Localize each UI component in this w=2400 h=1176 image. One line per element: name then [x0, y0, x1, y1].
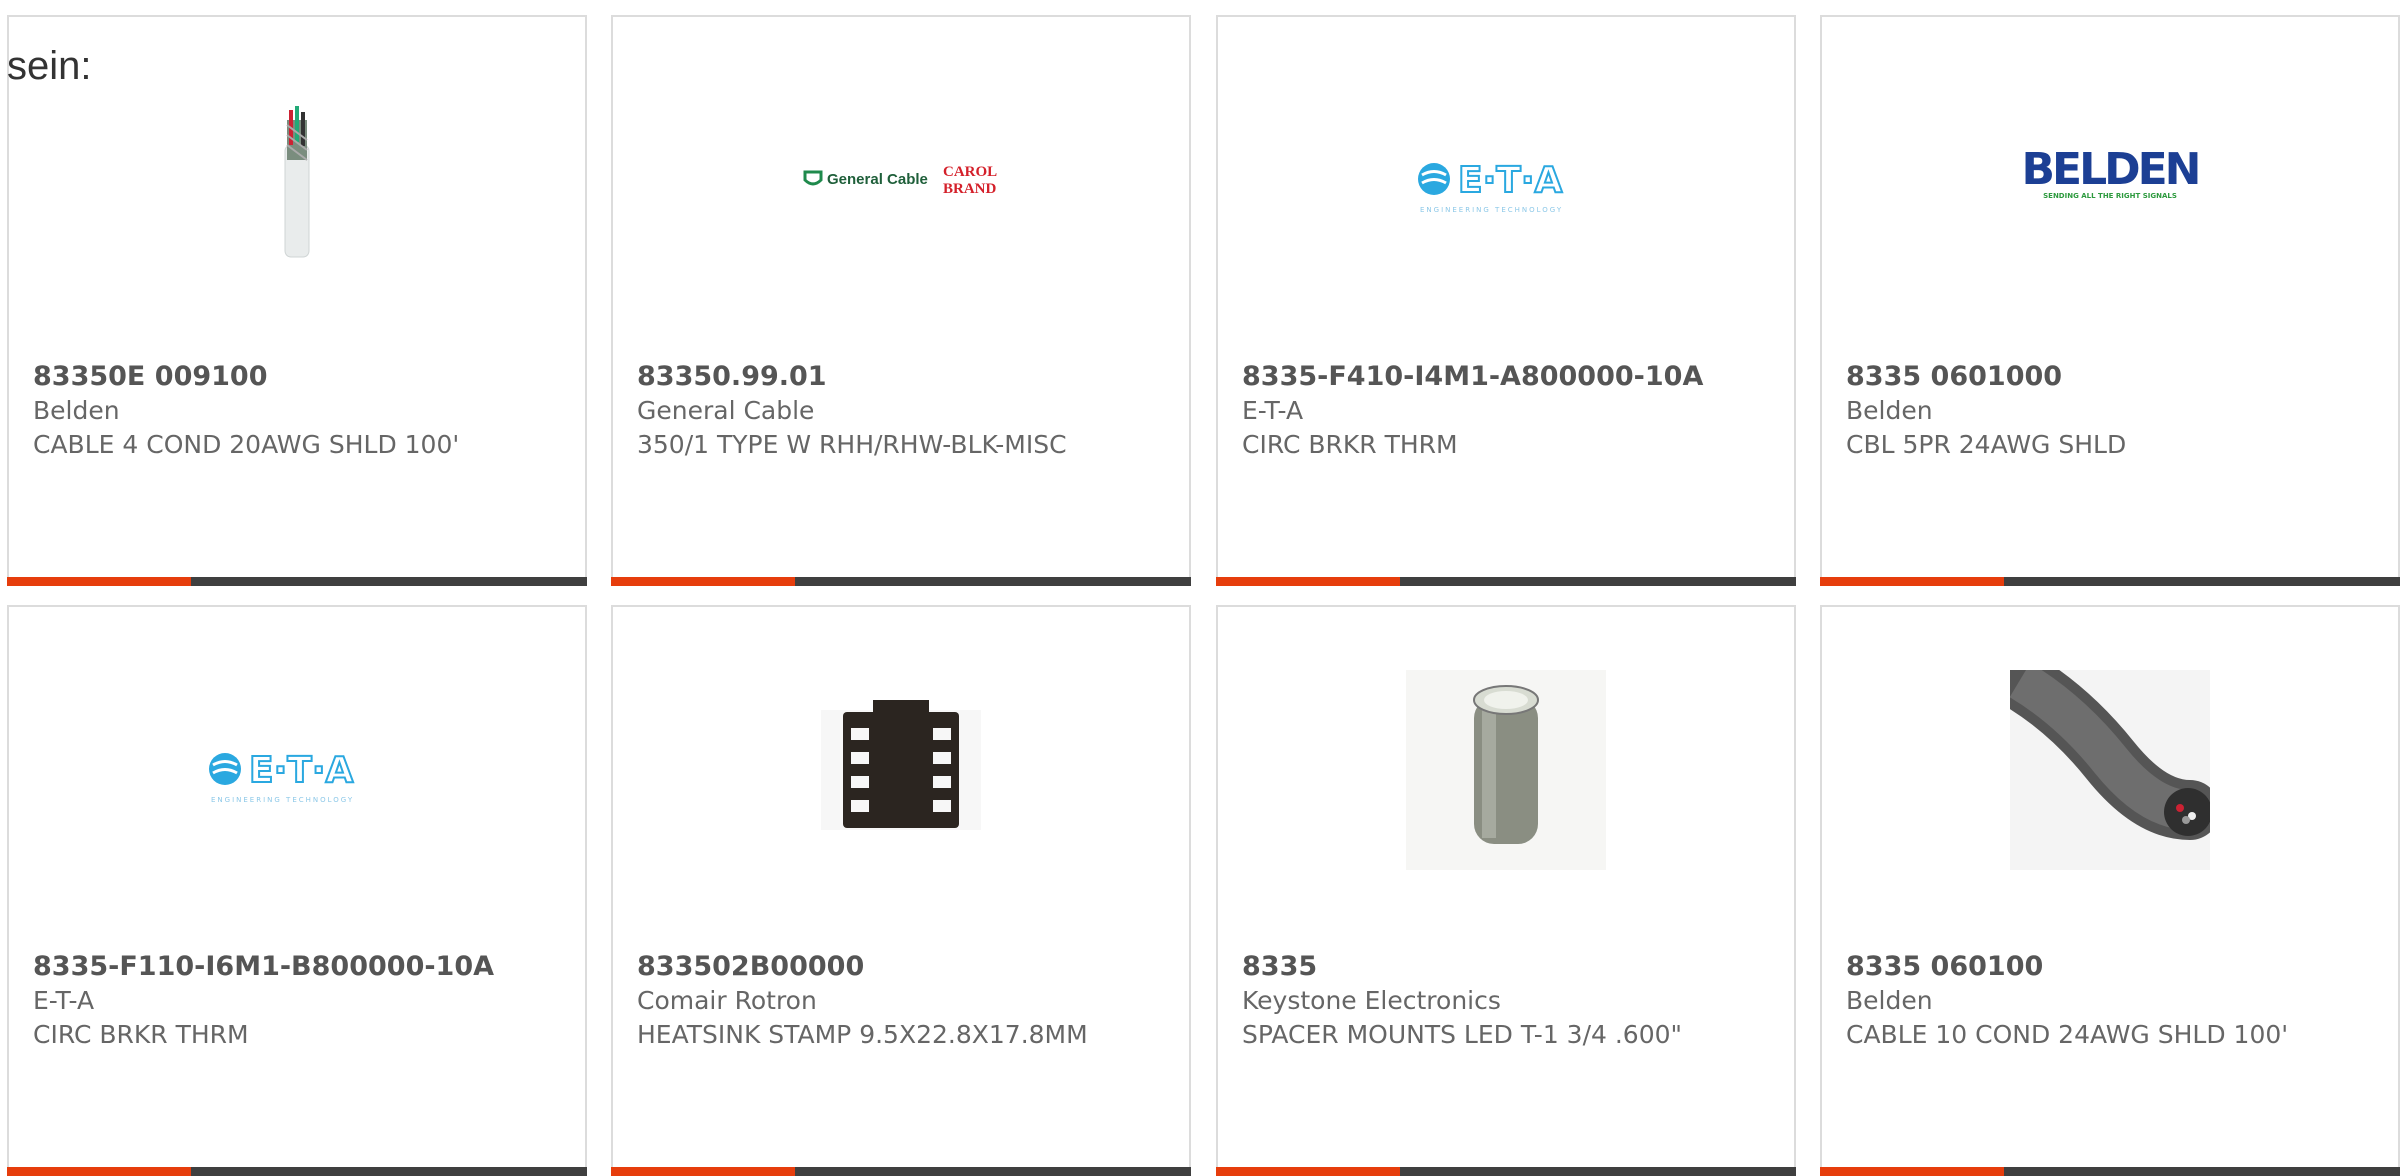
card-accent [611, 577, 795, 586]
product-card[interactable]: E·T·A ENGINEERING TECHNOLOGY 8335-F110-I… [7, 605, 587, 1176]
logo-text: General Cable [827, 171, 928, 188]
manufacturer: E-T-A [33, 986, 95, 1015]
description: CABLE 4 COND 20AWG SHLD 100' [33, 430, 460, 459]
general-cable-logo: General Cable CAROL BRAND [801, 80, 1001, 280]
logo-text: CAROL [943, 164, 997, 180]
product-card[interactable]: E·T·A ENGINEERING TECHNOLOGY 8335-F410-I… [1216, 15, 1796, 586]
manufacturer: Comair Rotron [637, 986, 817, 1015]
manufacturer: Keystone Electronics [1242, 986, 1501, 1015]
card-bottom-bar [1216, 577, 1796, 586]
card-accent [611, 1167, 795, 1176]
card-bottom-bar [7, 1167, 587, 1176]
card-accent [7, 577, 191, 586]
lead-text: sein: [7, 44, 92, 88]
logo-text: E·T·A [249, 750, 354, 791]
part-number[interactable]: 83350.99.01 [637, 360, 1117, 394]
manufacturer: General Cable [637, 396, 815, 425]
card-accent [7, 1167, 191, 1176]
part-number[interactable]: 8335 [1242, 950, 1722, 984]
product-card[interactable]: 8335 Keystone Electronics SPACER MOUNTS … [1216, 605, 1796, 1176]
card-bottom-bar [1820, 1167, 2400, 1176]
eta-logo: E·T·A ENGINEERING TECHNOLOGY [197, 670, 397, 870]
description: CABLE 10 COND 24AWG SHLD 100' [1846, 1020, 2289, 1049]
description: SPACER MOUNTS LED T-1 3/4 .600" [1242, 1020, 1683, 1049]
spacer-thumbnail [1406, 670, 1606, 870]
logo-text: SENDING ALL THE RIGHT SIGNALS [2043, 192, 2177, 200]
product-card[interactable]: General Cable CAROL BRAND 83350.99.01 Ge… [611, 15, 1191, 586]
product-card[interactable]: 83350E 009100 Belden CABLE 4 COND 20AWG … [7, 15, 587, 586]
logo-text: ENGINEERING TECHNOLOGY [211, 796, 354, 804]
part-number[interactable]: 8335 0601000 [1846, 360, 2326, 394]
part-number[interactable]: 833502B00000 [637, 950, 1117, 984]
card-accent [1820, 577, 2004, 586]
product-card[interactable]: 833502B00000 Comair Rotron HEATSINK STAM… [611, 605, 1191, 1176]
card-bottom-bar [611, 577, 1191, 586]
card-accent [1216, 1167, 1400, 1176]
belden-logo: BELDEN SENDING ALL THE RIGHT SIGNALS [2010, 80, 2210, 280]
card-accent [1820, 1167, 2004, 1176]
card-bottom-bar [611, 1167, 1191, 1176]
heatsink-thumbnail [801, 670, 1001, 870]
manufacturer: Belden [1846, 396, 1933, 425]
manufacturer: Belden [1846, 986, 1933, 1015]
logo-text: BRAND [943, 181, 997, 197]
description: CIRC BRKR THRM [33, 1020, 249, 1049]
part-number[interactable]: 8335-F110-I6M1-B800000-10A [33, 950, 513, 984]
part-number[interactable]: 8335-F410-I4M1-A800000-10A [1242, 360, 1722, 394]
card-accent [1216, 577, 1400, 586]
product-card[interactable]: BELDEN SENDING ALL THE RIGHT SIGNALS 833… [1820, 15, 2400, 586]
part-number[interactable]: 83350E 009100 [33, 360, 513, 394]
description: HEATSINK STAMP 9.5X22.8X17.8MM [637, 1020, 1088, 1049]
description: CIRC BRKR THRM [1242, 430, 1458, 459]
description: 350/1 TYPE W RHH/RHW-BLK-MISC [637, 430, 1067, 459]
manufacturer: E-T-A [1242, 396, 1304, 425]
eta-logo: E·T·A ENGINEERING TECHNOLOGY [1406, 80, 1606, 280]
cable-coil-thumbnail [2010, 670, 2210, 870]
part-number[interactable]: 8335 060100 [1846, 950, 2326, 984]
card-bottom-bar [1820, 577, 2400, 586]
manufacturer: Belden [33, 396, 120, 425]
logo-text: ENGINEERING TECHNOLOGY [1420, 206, 1563, 214]
description: CBL 5PR 24AWG SHLD [1846, 430, 2127, 459]
cable-spool-thumbnail [197, 80, 397, 280]
logo-text: E·T·A [1458, 160, 1563, 201]
logo-text: BELDEN [2021, 144, 2198, 195]
card-bottom-bar [7, 577, 587, 586]
product-card[interactable]: 8335 060100 Belden CABLE 10 COND 24AWG S… [1820, 605, 2400, 1176]
card-bottom-bar [1216, 1167, 1796, 1176]
